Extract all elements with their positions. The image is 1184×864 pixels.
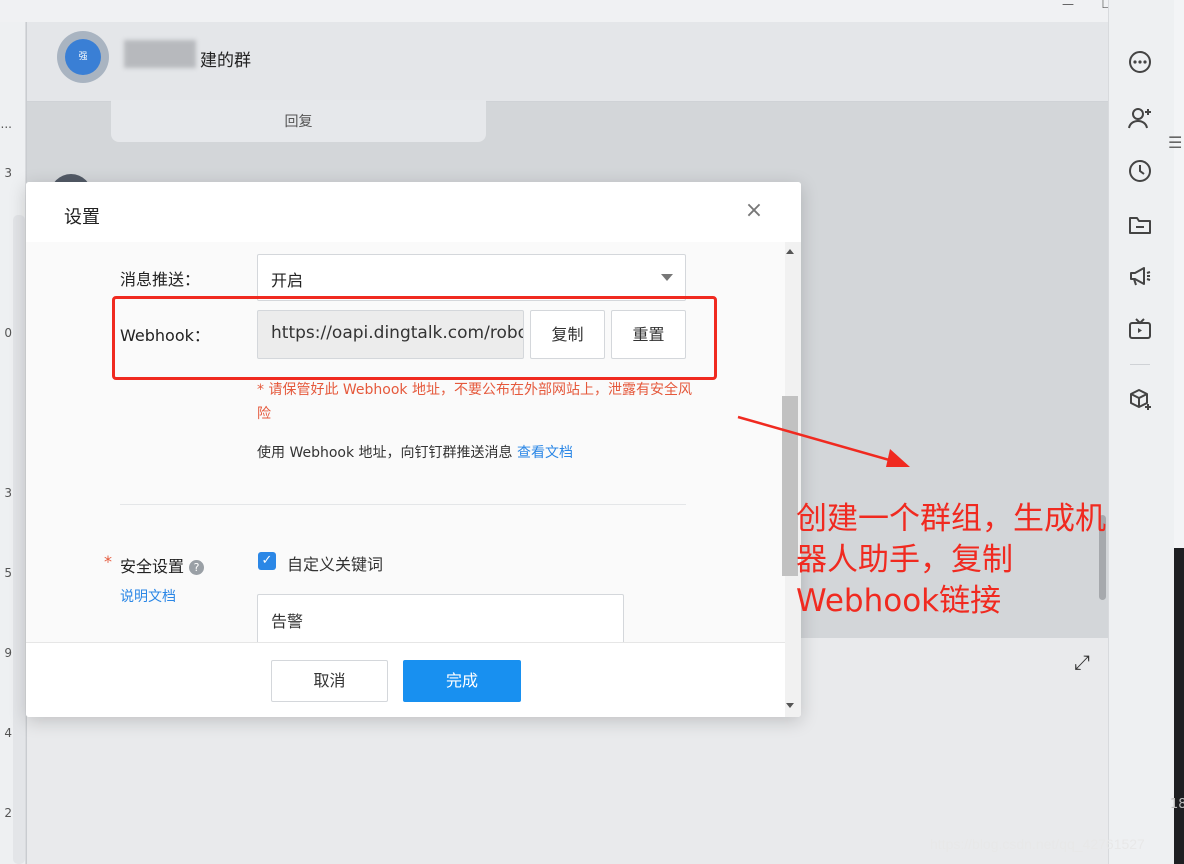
blurred-group-name (124, 40, 196, 68)
webhook-info-text: 使用 Webhook 地址，向钉钉群推送消息 (257, 445, 513, 461)
annotation-highlight-box (112, 296, 717, 380)
list-item-count: ... (0, 117, 12, 131)
far-right-panel (1174, 0, 1184, 548)
live-icon[interactable] (1126, 315, 1154, 343)
security-label: 安全设置? (120, 553, 205, 577)
history-icon[interactable] (1126, 157, 1154, 185)
webhook-info: 使用 Webhook 地址，向钉钉群推送消息 查看文档 (257, 442, 573, 462)
dialog-title: 设置 (64, 207, 100, 228)
window-titlebar: — ☐ ✕ (0, 0, 1184, 22)
security-label-text: 安全设置 (120, 557, 185, 576)
annotation-text: 创建一个群组，生成机器人助手，复制Webhook链接 (796, 501, 1106, 619)
app-plugin-icon[interactable] (1126, 386, 1154, 414)
keyword-input[interactable]: 告警 (257, 594, 624, 644)
list-icon: ☰ (1168, 133, 1183, 152)
watermark: https://blog.csdn.net/qq_42761527 (930, 836, 1145, 852)
list-item-count: 3 (4, 166, 12, 180)
toolbar-divider (1130, 364, 1150, 365)
annotation-arrow-icon (737, 415, 910, 467)
settings-dialog: 设置 × 消息推送： 开启 Webhook： https://oapi.ding… (26, 182, 801, 717)
help-icon[interactable]: ? (189, 560, 205, 575)
required-star: * (104, 552, 112, 571)
scroll-down-icon[interactable] (786, 703, 794, 708)
keyword-checkbox[interactable]: ✓ (258, 552, 276, 570)
add-member-icon[interactable] (1126, 104, 1154, 132)
conversation-list-scrollbar[interactable] (13, 215, 25, 864)
doc-link[interactable]: 说明文档 (120, 586, 176, 606)
section-divider (120, 504, 686, 505)
view-docs-link[interactable]: 查看文档 (517, 445, 573, 461)
list-item-count: 3 (4, 486, 12, 500)
group-avatar[interactable]: 强 (65, 39, 101, 75)
far-right-dark-panel (1174, 548, 1184, 864)
push-label: 消息推送： (120, 270, 201, 289)
reply-button[interactable]: 回复 (111, 100, 486, 142)
far-right-number: 18 (1170, 797, 1184, 812)
list-item-count: 5 (4, 566, 12, 580)
group-name: 建的群 (200, 51, 251, 71)
list-item-count: 2 (4, 806, 12, 820)
reply-label: 回复 (284, 114, 313, 130)
chevron-down-icon (661, 274, 673, 281)
expand-icon[interactable]: ⤢ (1074, 650, 1090, 674)
keyword-checkbox-label[interactable]: 自定义关键词 (287, 551, 383, 575)
list-item-count: 0 (4, 326, 12, 340)
dialog-footer: 取消 完成 (26, 642, 785, 717)
webhook-warning: * 请保管好此 Webhook 地址，不要公布在外部网站上，泄露有安全风险 (257, 382, 692, 422)
more-icon[interactable] (1126, 48, 1154, 76)
folder-icon[interactable] (1126, 210, 1154, 238)
close-icon[interactable]: × (742, 199, 766, 223)
list-item-count: 9 (4, 646, 12, 660)
cancel-button[interactable]: 取消 (271, 660, 388, 702)
list-item-count: 4 (4, 726, 12, 740)
push-select-value: 开启 (271, 271, 304, 290)
push-select[interactable]: 开启 (257, 254, 686, 301)
announcement-icon[interactable] (1126, 262, 1154, 290)
keyword-value: 告警 (271, 612, 304, 631)
done-button[interactable]: 完成 (403, 660, 521, 702)
scroll-up-icon[interactable] (786, 249, 794, 254)
minimize-button[interactable]: — (1058, 0, 1078, 10)
dialog-header: 设置 × (26, 182, 801, 242)
